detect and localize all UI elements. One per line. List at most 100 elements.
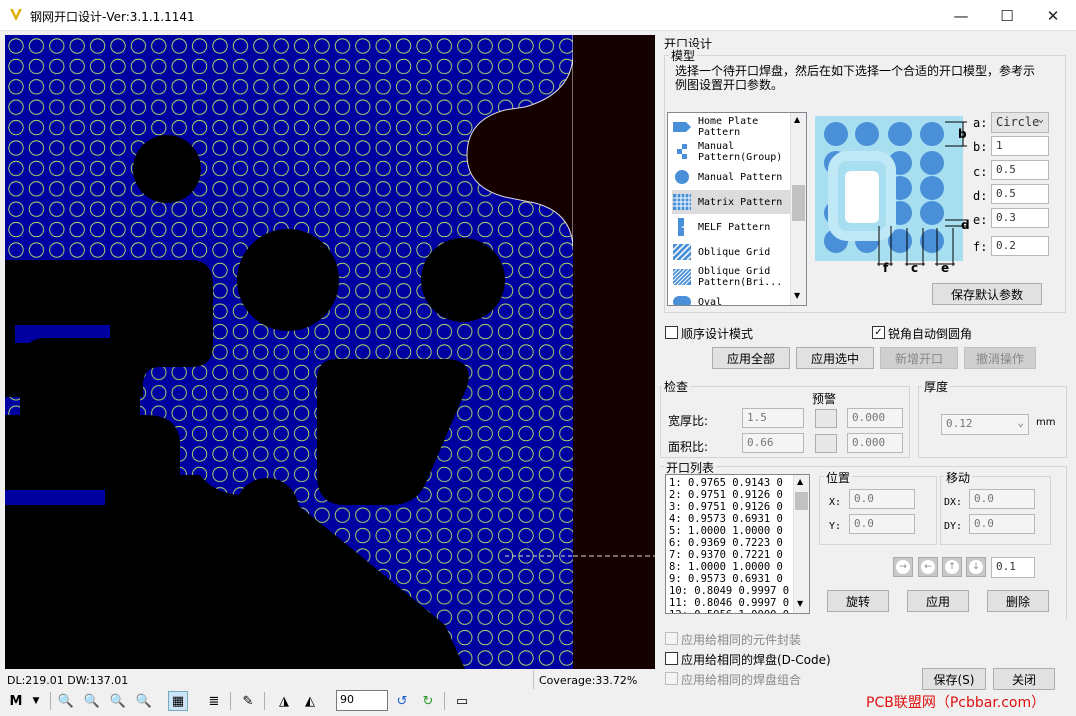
param-e-input[interactable]: 0.3 <box>991 208 1049 228</box>
list-item[interactable]: 8: 1.0000 1.0000 0 <box>669 561 783 573</box>
list-item[interactable]: MELF Pattern <box>672 215 792 239</box>
list-item[interactable]: 11: 0.8046 0.9997 0 <box>669 597 789 609</box>
list-item[interactable]: Manual Pattern <box>672 165 792 189</box>
list-item[interactable]: Oval <box>672 290 792 305</box>
dropdown-arrow-icon[interactable]: ▼ <box>26 691 46 711</box>
move-down-button[interactable]: ↓ <box>966 557 986 577</box>
scroll-down-icon[interactable]: ▼ <box>794 291 800 300</box>
list-item[interactable]: Oblique Grid Pattern(Bri... <box>672 265 792 289</box>
maximize-button[interactable]: ☐ <box>984 0 1030 31</box>
opening-list-scrollbar[interactable]: ▲ ▼ <box>793 475 809 613</box>
group-dots-icon <box>677 144 687 159</box>
diagram-label-b: b <box>958 127 967 141</box>
area-color-swatch[interactable] <box>815 434 837 453</box>
chevron-down-icon: ⌄ <box>1037 114 1044 125</box>
scroll-down-icon[interactable]: ▼ <box>797 599 803 608</box>
arrow-left-icon: ← <box>921 560 935 574</box>
close-button[interactable]: 关闭 <box>993 668 1055 690</box>
list-item[interactable]: Home Plate Pattern <box>672 115 792 139</box>
thickness-select[interactable]: 0.12 ⌄ <box>941 414 1029 435</box>
arrow-up-icon: ↑ <box>945 560 959 574</box>
zoom-fit-icon[interactable]: 🔍 <box>134 691 154 711</box>
scroll-thumb[interactable] <box>795 492 808 510</box>
y-input[interactable]: 0.0 <box>849 514 915 534</box>
align-icon[interactable]: ◮ <box>274 691 294 711</box>
param-f-label: f: <box>973 240 988 254</box>
save-default-params-button[interactable]: 保存默认参数 <box>932 283 1042 305</box>
list-item[interactable]: 2: 0.9751 0.9126 0 <box>669 489 783 501</box>
same-pad-checkbox[interactable] <box>665 652 678 665</box>
minimize-button[interactable]: — <box>938 0 984 31</box>
zoom-icon[interactable]: 🔍 <box>56 691 76 711</box>
brush-icon[interactable]: ✎ <box>238 691 258 711</box>
apply-button[interactable]: 应用 <box>907 590 969 612</box>
arrow-right-icon: → <box>896 560 910 574</box>
save-button[interactable]: 保存(S) <box>922 668 986 690</box>
rotation-angle-input[interactable]: 90 <box>336 690 388 711</box>
list-item[interactable]: 1: 0.9765 0.9143 0 <box>669 477 783 489</box>
param-d-input[interactable]: 0.5 <box>991 184 1049 204</box>
scroll-thumb[interactable] <box>792 185 805 221</box>
window-title: 钢网开口设计-Ver:3.1.1.1141 <box>30 10 195 24</box>
close-window-button[interactable]: ✕ <box>1030 0 1076 31</box>
list-item[interactable]: 6: 0.9369 0.7223 0 <box>669 537 783 549</box>
move-step-input[interactable]: 0.1 <box>991 557 1035 578</box>
list-item[interactable]: 4: 0.9573 0.6931 0 <box>669 513 783 525</box>
pattern-list[interactable]: Home Plate Pattern Manual Pattern(Group)… <box>667 112 807 306</box>
zoom-out-icon[interactable]: 🔍 <box>108 691 128 711</box>
area-ratio-label: 面积比: <box>668 440 709 454</box>
aspect-warning-value: 0.000 <box>847 408 903 428</box>
rotate-ccw-icon[interactable]: ↺ <box>392 691 412 711</box>
list-item[interactable]: 3: 0.9751 0.9126 0 <box>669 501 783 513</box>
marker-icon[interactable]: M <box>6 691 26 711</box>
apply-all-button[interactable]: 应用全部 <box>712 347 790 369</box>
list-item[interactable]: 9: 0.9573 0.6931 0 <box>669 573 783 585</box>
move-up-button[interactable]: ↑ <box>942 557 962 577</box>
rotate-button[interactable]: 旋转 <box>827 590 889 612</box>
apply-selected-button[interactable]: 应用选中 <box>796 347 874 369</box>
chevron-down-icon: ⌄ <box>1017 416 1024 429</box>
param-f-input[interactable]: 0.2 <box>991 236 1049 256</box>
list-item-selected[interactable]: Matrix Pattern <box>672 190 792 214</box>
list-item[interactable]: 5: 1.0000 1.0000 0 <box>669 525 783 537</box>
auto-round-checkbox[interactable]: ✓ <box>872 326 885 339</box>
same-footprint-checkbox[interactable] <box>665 632 678 645</box>
layer-icon[interactable]: ≣ <box>204 691 224 711</box>
window-icon[interactable]: ▭ <box>452 691 472 711</box>
list-item[interactable]: 10: 0.8049 0.9997 0 <box>669 585 789 597</box>
zoom-in-icon[interactable]: 🔍 <box>82 691 102 711</box>
list-item[interactable]: 7: 0.9370 0.7221 0 <box>669 549 783 561</box>
select-area-icon[interactable]: ▦ <box>168 691 188 711</box>
pattern-list-scrollbar[interactable]: ▲ ▼ <box>790 113 806 305</box>
list-item[interactable]: 12: 0.5956 1.0000 0 <box>669 609 789 613</box>
same-pad-label: 应用给相同的焊盘(D-Code) <box>681 653 831 667</box>
move-right-button[interactable]: → <box>893 557 913 577</box>
x-input[interactable]: 0.0 <box>849 489 915 509</box>
new-opening-button[interactable]: 新增开口 <box>880 347 958 369</box>
rotate-cw-icon[interactable]: ↻ <box>418 691 438 711</box>
delete-button[interactable]: 删除 <box>987 590 1049 612</box>
param-a-select[interactable]: Circle ⌄ <box>991 112 1049 133</box>
list-item[interactable]: Oblique Grid <box>672 240 792 264</box>
aspect-color-swatch[interactable] <box>815 409 837 428</box>
auto-round-label: 锐角自动倒圆角 <box>888 327 973 341</box>
stencil-canvas[interactable] <box>5 35 573 669</box>
sequential-mode-checkbox[interactable] <box>665 326 678 339</box>
same-pad-group-checkbox[interactable] <box>665 672 678 685</box>
pattern-label: Oblique Grid <box>698 246 771 258</box>
dx-input[interactable]: 0.0 <box>969 489 1035 509</box>
scroll-up-icon[interactable]: ▲ <box>797 477 803 486</box>
opening-list[interactable]: 1: 0.9765 0.9143 0 2: 0.9751 0.9126 0 3: 0… <box>665 474 810 614</box>
undo-button[interactable]: 撤消操作 <box>964 347 1036 369</box>
app-logo-icon <box>10 9 22 21</box>
scroll-up-icon[interactable]: ▲ <box>794 115 800 124</box>
stencil-drawing <box>5 35 573 669</box>
x-label: X: <box>829 497 842 508</box>
param-c-input[interactable]: 0.5 <box>991 160 1049 180</box>
list-item[interactable]: Manual Pattern(Group) <box>672 140 792 164</box>
move-left-button[interactable]: ← <box>918 557 938 577</box>
dy-input[interactable]: 0.0 <box>969 514 1035 534</box>
mirror-icon[interactable]: ◭ <box>300 691 320 711</box>
pattern-label: MELF Pattern <box>698 221 771 233</box>
param-b-input[interactable]: 1 <box>991 136 1049 156</box>
